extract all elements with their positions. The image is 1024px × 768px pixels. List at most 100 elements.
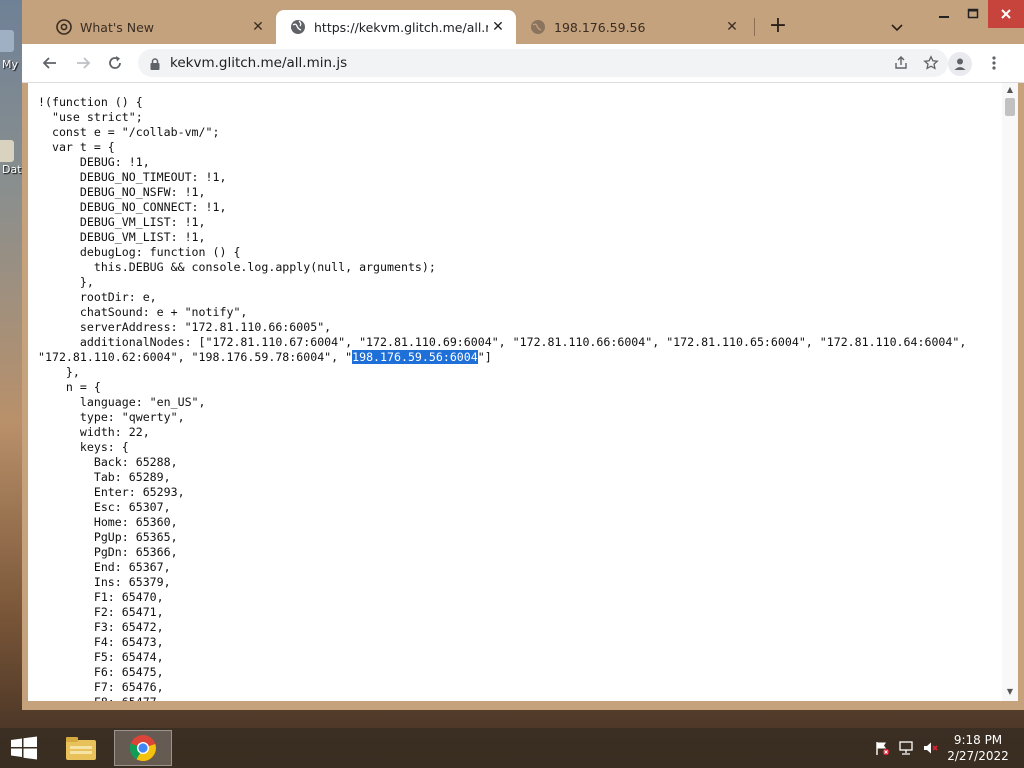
reload-icon <box>109 56 121 69</box>
file-explorer-icon[interactable] <box>52 730 110 766</box>
back-button[interactable] <box>36 49 64 77</box>
reload-button[interactable] <box>101 49 129 77</box>
tab-ip-address[interactable]: 198.176.59.56 ✕ <box>516 10 750 44</box>
scroll-down-icon[interactable]: ▼ <box>1005 687 1015 697</box>
code-line-text: F1: 65470, <box>38 590 164 604</box>
page-content[interactable]: !(function () { "use strict"; const e = … <box>28 83 1018 701</box>
code-line: }, <box>38 365 966 380</box>
code-line: End: 65367, <box>38 560 966 575</box>
globe-icon <box>290 19 306 35</box>
code-line: Ins: 65379, <box>38 575 966 590</box>
share-icon[interactable] <box>888 50 914 76</box>
code-line-text: F2: 65471, <box>38 605 164 619</box>
source-code[interactable]: !(function () { "use strict"; const e = … <box>38 95 966 701</box>
code-line: DEBUG_NO_CONNECT: !1, <box>38 200 966 215</box>
tab-title: 198.176.59.56 <box>554 19 646 35</box>
windows-start-icon[interactable] <box>10 736 38 760</box>
scroll-up-icon[interactable]: ▲ <box>1005 85 1015 95</box>
address-bar[interactable]: kekvm.glitch.me/all.min.js <box>138 49 948 77</box>
code-line-text: F4: 65473, <box>38 635 164 649</box>
code-line-text: serverAddress: "172.81.110.66:6005", <box>38 320 332 334</box>
code-line: }, <box>38 275 966 290</box>
code-line-text: PgDn: 65366, <box>38 545 178 559</box>
code-line-text: Ins: 65379, <box>38 575 171 589</box>
system-clock[interactable]: 9:18 PM 2/27/2022 <box>940 732 1016 764</box>
tab-search-chevron-icon[interactable] <box>888 18 906 36</box>
clock-date: 2/27/2022 <box>947 749 1009 763</box>
code-line-text: Back: 65288, <box>38 455 178 469</box>
code-line-text: Tab: 65289, <box>38 470 171 484</box>
close-icon[interactable]: ✕ <box>488 17 508 37</box>
arrow-left-icon <box>42 57 56 69</box>
code-line-text: }, <box>38 275 94 289</box>
tab-all-min-js[interactable]: https://kekvm.glitch.me/all.min.js ✕ <box>276 10 516 44</box>
code-line-text: End: 65367, <box>38 560 171 574</box>
code-line-suffix: "] <box>477 350 492 364</box>
lock-icon[interactable] <box>148 56 162 70</box>
code-line-text: DEBUG: !1, <box>38 155 150 169</box>
address-text[interactable]: kekvm.glitch.me/all.min.js <box>170 55 888 71</box>
action-center-flag-icon[interactable] <box>874 740 890 756</box>
code-line-text: DEBUG_NO_NSFW: !1, <box>38 185 206 199</box>
code-line: debugLog: function () { <box>38 245 966 260</box>
code-line: F2: 65471, <box>38 605 966 620</box>
network-icon[interactable] <box>898 740 914 756</box>
close-window-button[interactable] <box>988 0 1024 28</box>
code-line: additionalNodes: ["172.81.110.67:6004", … <box>38 335 966 350</box>
taskbar: 9:18 PM 2/27/2022 <box>0 728 1024 768</box>
tab-title: https://kekvm.glitch.me/all.min.js <box>314 19 488 35</box>
maximize-button[interactable] <box>958 0 988 28</box>
code-line-text: Esc: 65307, <box>38 500 171 514</box>
code-line-text: F5: 65474, <box>38 650 164 664</box>
scrollbar-thumb[interactable] <box>1005 98 1015 116</box>
code-line: PgDn: 65366, <box>38 545 966 560</box>
selected-text[interactable]: 198.176.59.56:6004 <box>352 350 478 364</box>
code-line-text: rootDir: e, <box>38 290 157 304</box>
code-line: Back: 65288, <box>38 455 966 470</box>
code-line-text: n = { <box>38 380 101 394</box>
minimize-button[interactable] <box>930 0 958 28</box>
code-line-text: F3: 65472, <box>38 620 164 634</box>
arrow-right-icon <box>77 57 91 69</box>
code-line: F6: 65475, <box>38 665 966 680</box>
browser-toolbar: kekvm.glitch.me/all.min.js <box>22 44 1024 83</box>
code-line: F5: 65474, <box>38 650 966 665</box>
code-line: width: 22, <box>38 425 966 440</box>
browser-window: What's New ✕ https://kekvm.glitch.me/all… <box>22 0 1024 710</box>
code-line: F7: 65476, <box>38 680 966 695</box>
code-line: PgUp: 65365, <box>38 530 966 545</box>
code-line: language: "en_US", <box>38 395 966 410</box>
vertical-scrollbar[interactable]: ▲ ▼ <box>1002 83 1018 701</box>
code-line: type: "qwerty", <box>38 410 966 425</box>
profile-avatar-icon[interactable] <box>948 52 972 76</box>
forward-button[interactable] <box>69 49 97 77</box>
clock-time: 9:18 PM <box>953 733 1003 747</box>
window-frame-bottom <box>22 701 1024 710</box>
code-line-text: "use strict"; <box>38 110 143 124</box>
code-line: DEBUG: !1, <box>38 155 966 170</box>
code-line: DEBUG_VM_LIST: !1, <box>38 230 966 245</box>
code-line-text: DEBUG_VM_LIST: !1, <box>38 230 206 244</box>
code-line: "172.81.110.62:6004", "198.176.59.78:600… <box>38 350 966 365</box>
more-menu-icon[interactable] <box>984 49 1004 77</box>
chrome-taskbar-icon[interactable] <box>114 730 172 766</box>
volume-muted-icon[interactable] <box>922 740 938 756</box>
new-tab-button[interactable]: + <box>766 14 790 38</box>
code-line: chatSound: e + "notify", <box>38 305 966 320</box>
code-line-text: Enter: 65293, <box>38 485 185 499</box>
close-icon[interactable]: ✕ <box>722 17 742 37</box>
close-icon[interactable]: ✕ <box>248 17 268 37</box>
bookmark-star-icon[interactable] <box>918 50 944 76</box>
code-line-text: "172.81.110.62:6004", "198.176.59.78:600… <box>38 350 353 364</box>
tab-whats-new[interactable]: What's New ✕ <box>42 10 276 44</box>
desktop-icon-data[interactable] <box>0 140 14 162</box>
code-line-text: type: "qwerty", <box>38 410 185 424</box>
code-line-text: this.DEBUG && console.log.apply(null, ar… <box>38 260 436 274</box>
code-line: DEBUG_VM_LIST: !1, <box>38 215 966 230</box>
code-line-text: DEBUG_NO_TIMEOUT: !1, <box>38 170 227 184</box>
code-line: var t = { <box>38 140 966 155</box>
code-line: rootDir: e, <box>38 290 966 305</box>
desktop-icon-my-computer[interactable] <box>0 30 14 52</box>
code-line: keys: { <box>38 440 966 455</box>
code-line-text: debugLog: function () { <box>38 245 241 259</box>
